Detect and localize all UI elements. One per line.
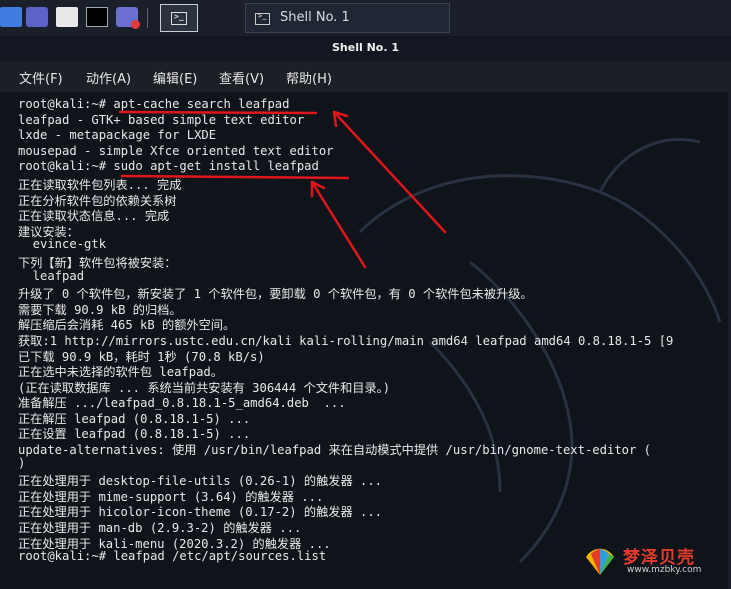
terminal-icon bbox=[255, 12, 270, 25]
taskbar-tab-label: Shell No. 1 bbox=[280, 10, 350, 25]
annotation-overlay bbox=[118, 110, 447, 269]
menu-bar: 文件(F) 动作(A) 编辑(E) 查看(V) 帮助(H) bbox=[0, 62, 731, 92]
workspace-switcher[interactable] bbox=[160, 4, 198, 32]
top-panel: Shell No. 1 bbox=[0, 0, 731, 36]
terminal-icon bbox=[171, 12, 187, 25]
menu-help[interactable]: 帮助(H) bbox=[286, 68, 332, 87]
watermark: 梦泽贝壳 www.mzbky.com bbox=[583, 543, 723, 583]
file-manager-icon[interactable] bbox=[56, 7, 78, 27]
window-title: Shell No. 1 bbox=[331, 41, 399, 54]
screen-recorder-icon[interactable] bbox=[116, 7, 140, 29]
annotation-underline-search bbox=[118, 110, 318, 115]
watermark-url: www.mzbky.com bbox=[627, 565, 702, 575]
terminal-output[interactable]: root@kali:~# apt-cache search leafpad le… bbox=[0, 92, 731, 589]
panel-separator bbox=[147, 8, 148, 28]
terminal-icon[interactable] bbox=[26, 7, 48, 27]
annotation-arrow-install bbox=[310, 180, 367, 269]
menu-view[interactable]: 查看(V) bbox=[219, 68, 264, 87]
menu-edit[interactable]: 编辑(E) bbox=[153, 68, 197, 87]
menu-action[interactable]: 动作(A) bbox=[86, 68, 131, 87]
menu-file[interactable]: 文件(F) bbox=[19, 68, 63, 87]
annotation-arrow-search bbox=[332, 110, 447, 234]
kali-menu-icon[interactable] bbox=[0, 7, 22, 27]
annotation-underline-install bbox=[120, 174, 350, 180]
window-titlebar[interactable]: Shell No. 1 bbox=[0, 36, 731, 62]
taskbar-shell-tab[interactable]: Shell No. 1 bbox=[245, 3, 450, 33]
terminal-emulator-icon[interactable] bbox=[86, 7, 108, 27]
shell-logo-icon bbox=[586, 548, 614, 575]
